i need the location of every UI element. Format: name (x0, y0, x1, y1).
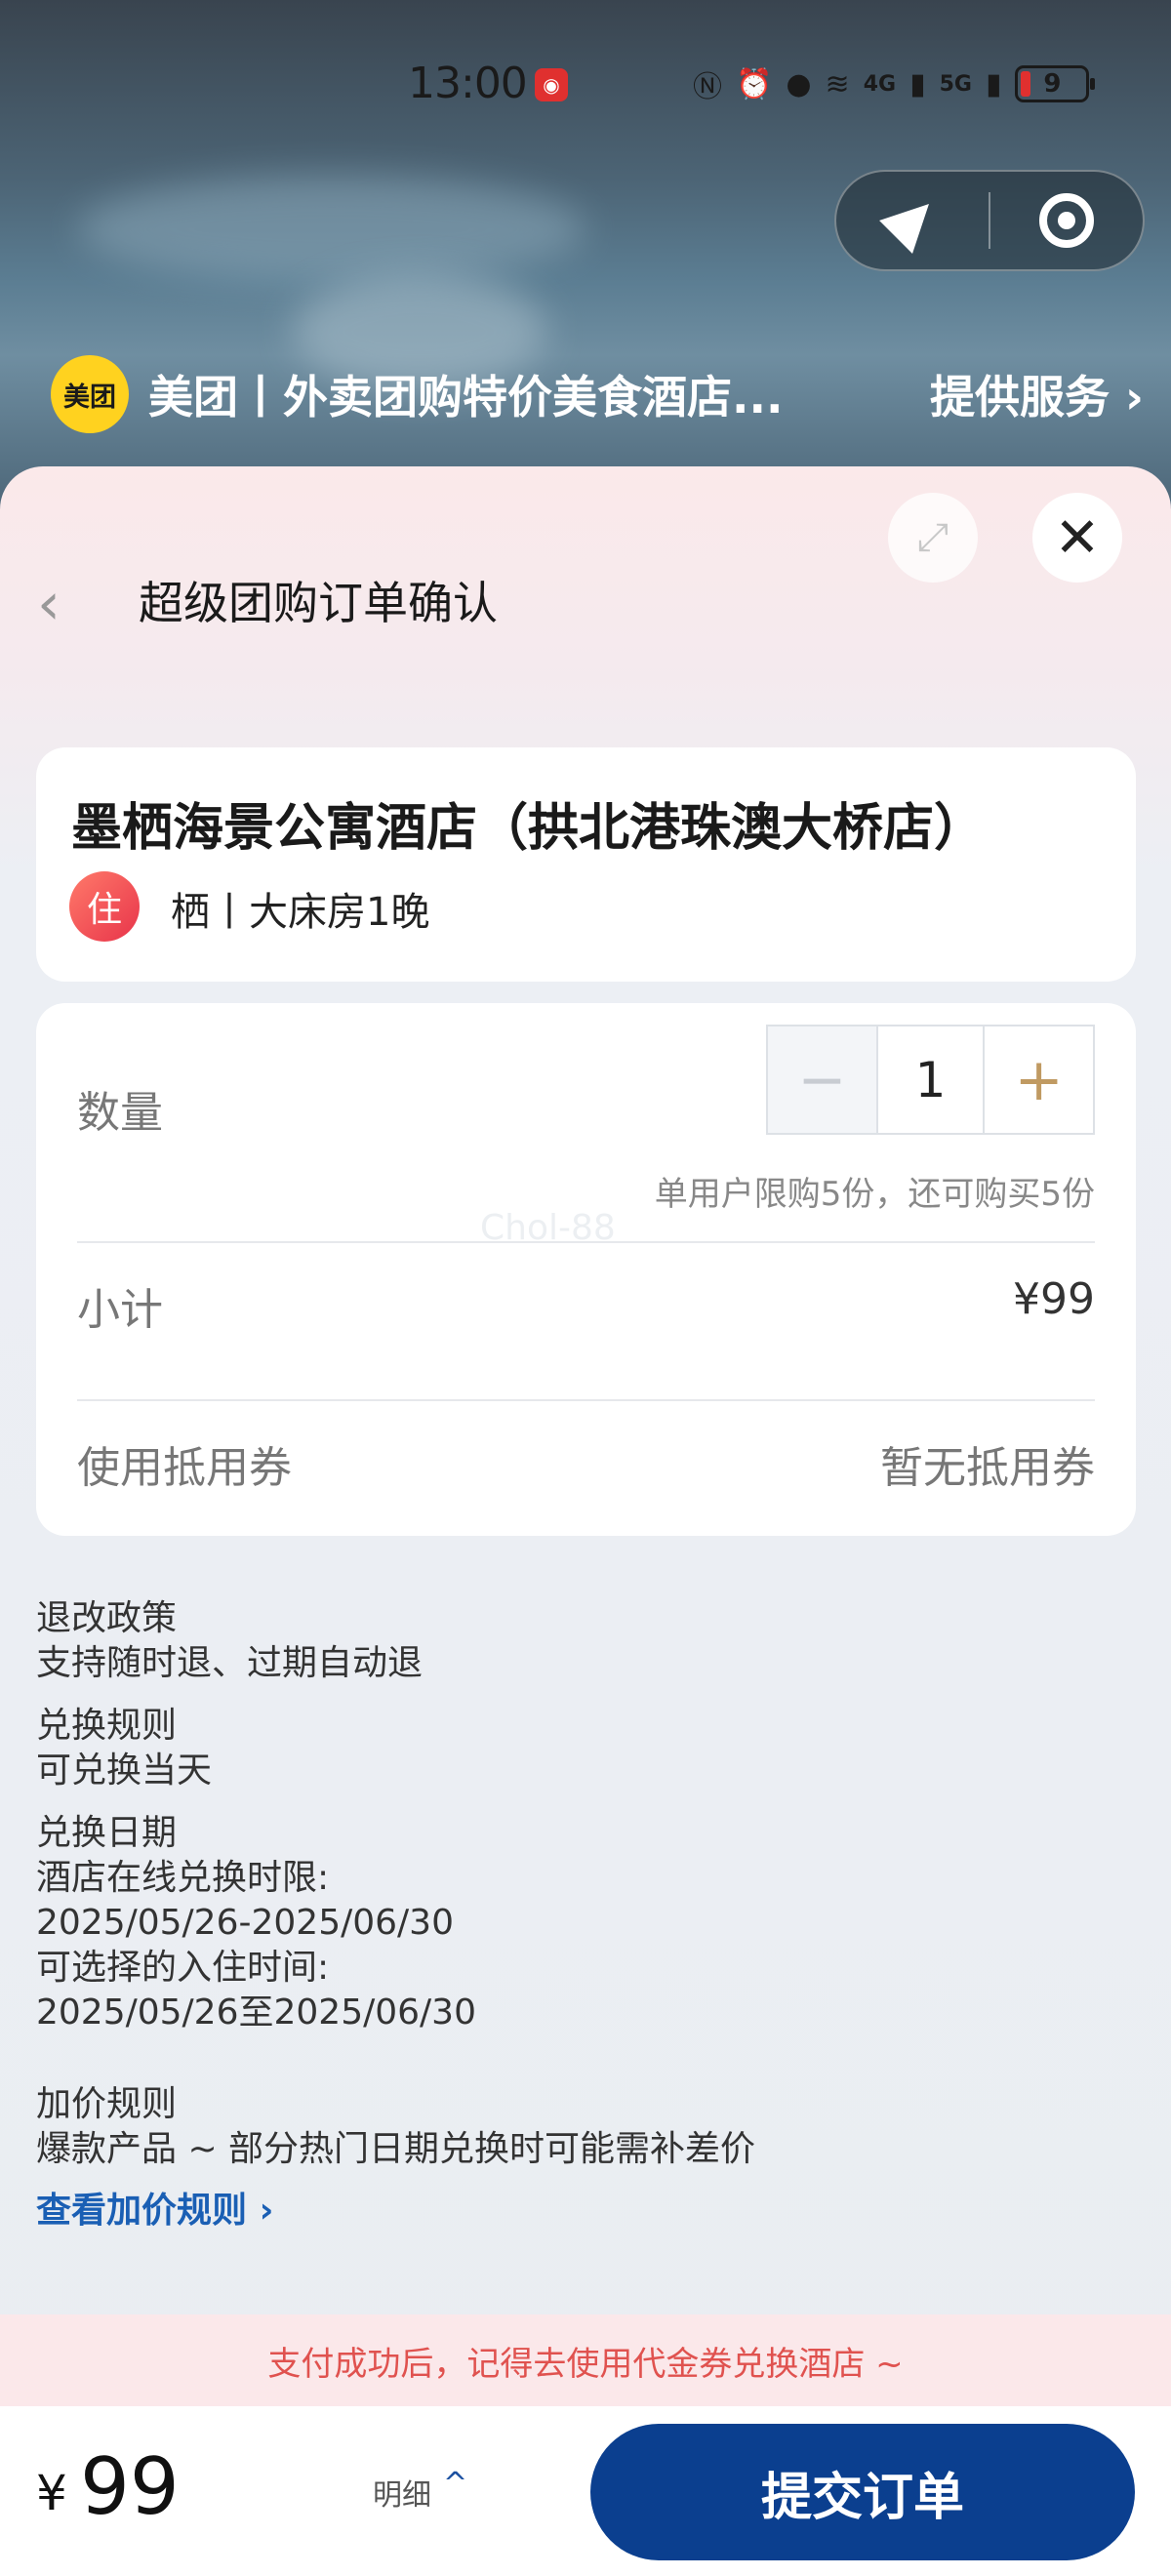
refund-policy-text: 支持随时退、过期自动退 (36, 1643, 424, 1683)
signal-bars-icon: ▮ (985, 66, 1002, 101)
quantity-label: 数量 (77, 1088, 163, 1138)
chevron-right-icon: › (259, 2191, 274, 2231)
wifi-icon: ≋ (825, 66, 850, 101)
target-button[interactable] (990, 172, 1143, 269)
mini-program-capsule (834, 170, 1145, 271)
surcharge-link-label: 查看加价规则 (36, 2191, 248, 2231)
close-button[interactable]: ✕ (1032, 493, 1122, 583)
status-icons: Ⓝ ⏰ ● ≋ 4G ▮ 5G ▮ 9 (693, 62, 1096, 105)
room-type: 栖丨大床房1晚 (171, 890, 430, 935)
view-surcharge-rules-link[interactable]: 查看加价规则 › (36, 2182, 273, 2233)
subtotal-label: 小计 (77, 1285, 163, 1335)
payment-notice: 支付成功后，记得去使用代金券兑换酒店 ~ (0, 2314, 1171, 2406)
exchange-date-line: 2025/05/26-2025/06/30 (36, 1903, 454, 1943)
location-arrow-icon (879, 187, 946, 254)
target-circle-icon (1038, 193, 1094, 248)
submit-order-button[interactable]: 提交订单 (590, 2424, 1135, 2560)
quantity-stepper: − 1 + (766, 1025, 1095, 1135)
exchange-date: 兑换日期 酒店在线兑换时限: 2025/05/26-2025/06/30 可选择… (36, 1811, 1136, 2035)
surcharge-rule-text: 爆款产品 ~ 部分热门日期兑换时可能需补差价 (36, 2129, 756, 2169)
close-icon: ✕ (1054, 505, 1101, 570)
status-bar: 13:00 ◉ Ⓝ ⏰ ● ≋ 4G ▮ 5G ▮ 9 (0, 49, 1171, 119)
nfc-icon: Ⓝ (693, 70, 722, 104)
signal-5g-icon: 5G (939, 71, 972, 97)
exchange-rule-text: 可兑换当天 (36, 1751, 213, 1791)
exchange-date-line: 可选择的入住时间: (36, 1948, 330, 1988)
expand-button[interactable]: ⤢ (888, 493, 978, 583)
meituan-logo: 美团 (51, 355, 129, 433)
surcharge-rule: 加价规则 爆款产品 ~ 部分热门日期兑换时可能需补差价 (36, 2082, 1136, 2172)
refund-policy: 退改政策 支持随时退、过期自动退 (36, 1596, 1136, 1686)
quantity-decrease-button[interactable]: − (768, 1026, 876, 1133)
signal-bars-icon: ▮ (909, 66, 926, 101)
provider-name: 美团丨外卖团购特价美食酒店... (148, 371, 784, 423)
refund-policy-title: 退改政策 (36, 1598, 178, 1638)
battery-value: 9 (1043, 69, 1062, 99)
subtotal-value: ¥99 (1013, 1274, 1095, 1324)
alarm-icon: ⏰ (736, 66, 773, 101)
exchange-rule: 兑换规则 可兑换当天 (36, 1704, 1136, 1793)
purchase-limit-text: 单用户限购5份，还可购买5份 (654, 1175, 1095, 1214)
hotel-card: 墨栖海景公寓酒店（拱北港珠澳大桥店） 住 栖丨大床房1晚 (36, 747, 1136, 982)
hotel-name: 墨栖海景公寓酒店（拱北港珠澳大桥店） (71, 799, 986, 858)
divider (77, 1399, 1095, 1401)
exchange-date-title: 兑换日期 (36, 1813, 178, 1853)
battery-level (1021, 71, 1031, 97)
chevron-right-icon: › (1125, 371, 1144, 423)
signal-4g-icon: 4G (863, 71, 897, 97)
chevron-up-icon[interactable]: ^ (443, 2467, 467, 2501)
coupon-label[interactable]: 使用抵用券 (77, 1432, 292, 1495)
total-price: 99 (80, 2441, 180, 2532)
page-title: 超级团购订单确认 (139, 577, 498, 629)
quantity-increase-button[interactable]: + (985, 1026, 1093, 1133)
exchange-rule-title: 兑换规则 (36, 1706, 178, 1746)
back-button[interactable]: ‹ (37, 570, 76, 638)
status-time: 13:00 (408, 59, 528, 108)
stay-badge-icon: 住 (69, 871, 140, 942)
exchange-date-line: 2025/05/26至2025/06/30 (36, 1992, 476, 2033)
provider-link-label: 提供服务 (930, 371, 1110, 423)
surcharge-rule-title: 加价规则 (36, 2084, 178, 2124)
price-detail-toggle[interactable]: 明细 (373, 2471, 431, 2514)
location-pin-icon: ● (786, 66, 812, 101)
order-confirm-sheet: ⤢ ✕ ‹ 超级团购订单确认 墨栖海景公寓酒店（拱北港珠澳大桥店） 住 栖丨大床… (0, 466, 1171, 2576)
coupon-value[interactable]: 暂无抵用券 (880, 1432, 1095, 1495)
watermark: Chol-88 (480, 1208, 616, 1248)
exchange-date-line: 酒店在线兑换时限: (36, 1858, 330, 1898)
currency-symbol: ¥ (36, 2465, 67, 2521)
blur-shape (78, 176, 586, 283)
chevron-left-icon: ‹ (37, 570, 61, 638)
location-button[interactable] (836, 172, 989, 269)
checkout-bar: ¥ 99 明细 ^ 提交订单 (0, 2406, 1171, 2576)
quantity-value[interactable]: 1 (875, 1026, 986, 1133)
provider-link[interactable]: 提供服务 › (930, 362, 1144, 426)
recording-icon: ◉ (535, 68, 568, 101)
expand-icon: ⤢ (917, 515, 949, 560)
battery-icon: 9 (1015, 65, 1096, 102)
order-details-card: 数量 − 1 + 单用户限购5份，还可购买5份 Chol-88 小计 ¥99 使… (36, 1003, 1136, 1536)
service-provider-bar[interactable]: 美团 美团丨外卖团购特价美食酒店... 提供服务 › (51, 355, 1144, 433)
